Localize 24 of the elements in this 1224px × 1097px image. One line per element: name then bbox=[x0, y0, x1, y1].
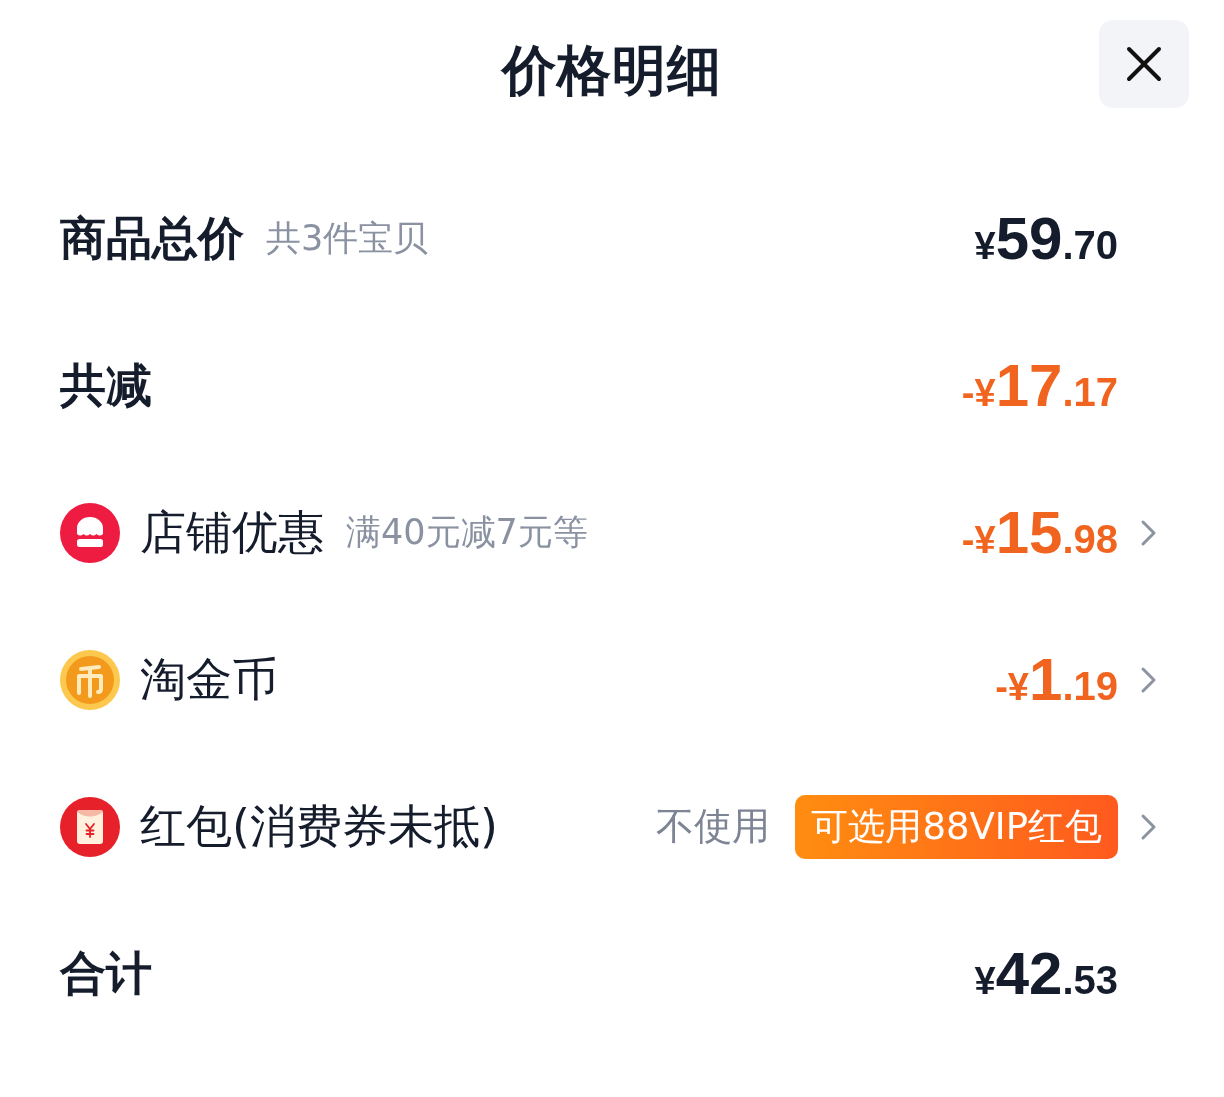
chevron-right-icon[interactable] bbox=[1140, 812, 1158, 841]
item-note: 共3件宝贝 bbox=[266, 219, 429, 258]
chevron-right-icon[interactable] bbox=[1140, 518, 1158, 547]
envelope-icon bbox=[60, 796, 120, 857]
coin-icon bbox=[60, 649, 120, 710]
item-label: 合计 bbox=[60, 948, 152, 999]
sheet-title: 价格明细 bbox=[502, 44, 722, 98]
discount-amount: -¥15.98 bbox=[961, 502, 1118, 563]
item-label: 淘金币 bbox=[140, 654, 278, 705]
close-icon bbox=[1124, 44, 1164, 84]
store-icon bbox=[60, 502, 120, 563]
close-button[interactable] bbox=[1099, 20, 1189, 108]
voucher-option-button[interactable]: 可选用88VIP红包 bbox=[795, 794, 1118, 859]
discount-amount: -¥17.17 bbox=[961, 355, 1118, 416]
discount-amount: -¥1.19 bbox=[995, 649, 1118, 710]
item-label: 店铺优惠 bbox=[140, 507, 324, 558]
item-label: 红包(消费券未抵) bbox=[140, 801, 498, 852]
item-label: 共减 bbox=[60, 360, 152, 411]
price-amount: ¥59.70 bbox=[974, 208, 1118, 269]
chevron-right-icon[interactable] bbox=[1140, 665, 1158, 694]
item-label: 商品总价 bbox=[60, 213, 244, 264]
not-use-option[interactable]: 不使用 bbox=[656, 805, 771, 848]
price-amount: ¥42.53 bbox=[974, 943, 1118, 1004]
item-note: 满40元减7元等 bbox=[346, 513, 588, 552]
